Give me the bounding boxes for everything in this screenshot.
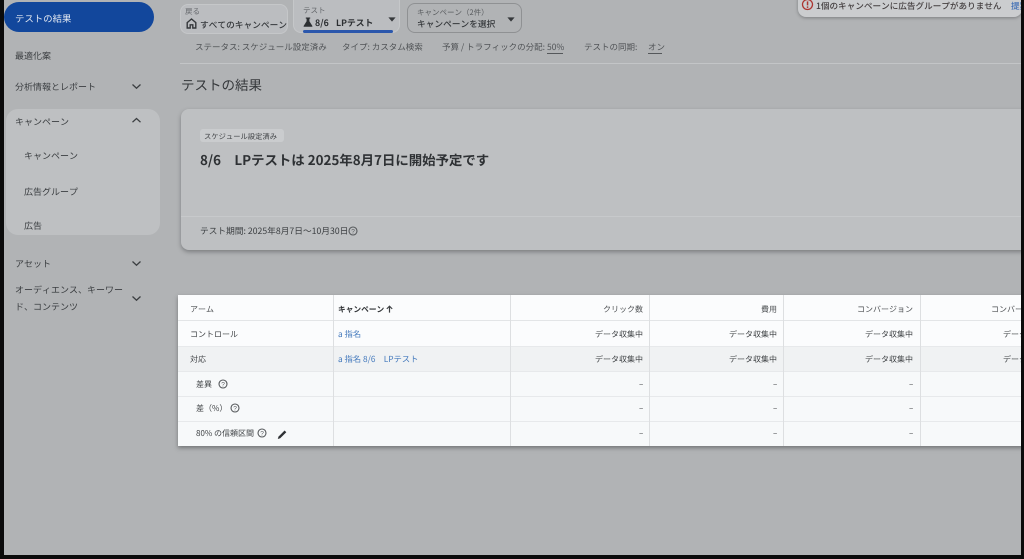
svg-text:?: ? xyxy=(221,381,225,388)
svg-text:?: ? xyxy=(233,405,237,412)
svg-text:?: ? xyxy=(351,228,355,235)
svg-text:?: ? xyxy=(260,430,264,437)
